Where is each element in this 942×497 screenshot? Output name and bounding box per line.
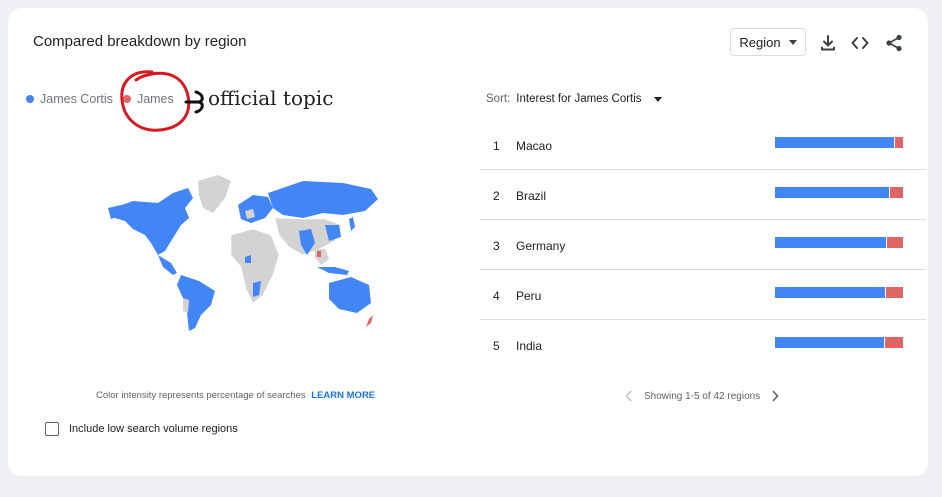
- bar-segment-james: [884, 337, 903, 348]
- row-rank: 4: [493, 289, 500, 303]
- region-select-label: Region: [739, 34, 781, 50]
- table-row[interactable]: 2 Brazil: [480, 170, 926, 220]
- world-map[interactable]: [103, 163, 383, 338]
- card-title: Compared breakdown by region: [33, 33, 247, 50]
- bar-segment-james-cortis: [775, 187, 889, 198]
- chevron-right-icon[interactable]: [766, 389, 784, 403]
- pagination-text: Showing 1-5 of 42 regions: [644, 390, 761, 402]
- bar-segment-james-cortis: [775, 137, 895, 148]
- row-rank: 5: [493, 339, 500, 353]
- download-icon[interactable]: [818, 33, 838, 53]
- comparison-bar: [775, 287, 903, 298]
- learn-more-link[interactable]: LEARN MORE: [311, 390, 375, 401]
- pagination: Showing 1-5 of 42 regions: [620, 389, 784, 403]
- legend-item-james-cortis[interactable]: James Cortis: [26, 92, 113, 106]
- bar-segment-james-cortis: [775, 337, 884, 348]
- table-row[interactable]: 1 Macao: [480, 120, 926, 170]
- row-region-name: Brazil: [516, 189, 547, 203]
- sort-control[interactable]: Sort: Interest for James Cortis: [486, 93, 662, 105]
- bar-segment-james: [887, 237, 903, 248]
- comparison-bar: [775, 237, 903, 248]
- annotation-arrow-icon: [184, 90, 204, 114]
- comparison-bar: [775, 337, 903, 348]
- table-row[interactable]: 5 India: [480, 320, 926, 370]
- map-caption-text: Color intensity represents percentage of…: [96, 390, 306, 401]
- table-row[interactable]: 3 Germany: [480, 220, 926, 270]
- bar-segment-james-cortis: [775, 287, 886, 298]
- legend-dot-blue: [26, 95, 34, 103]
- row-region-name: India: [516, 339, 543, 353]
- bar-segment-james: [886, 287, 903, 298]
- bar-segment-james: [895, 137, 903, 148]
- row-region-name: Germany: [516, 239, 566, 253]
- caret-down-icon: [653, 96, 662, 102]
- map-caption: Color intensity represents percentage of…: [96, 390, 375, 401]
- low-volume-label: Include low search volume regions: [69, 423, 238, 435]
- legend-label: James Cortis: [40, 92, 113, 106]
- sort-label: Sort:: [486, 93, 511, 105]
- table-row[interactable]: 4 Peru: [480, 270, 926, 320]
- region-breakdown-card: Compared breakdown by region Region Jame…: [8, 8, 928, 476]
- region-list: 1 Macao 2 Brazil 3 Germany 4 Peru 5 Indi…: [480, 120, 926, 370]
- low-volume-option[interactable]: Include low search volume regions: [45, 422, 238, 436]
- annotation-text: official topic: [208, 86, 334, 110]
- chevron-left-icon[interactable]: [620, 389, 638, 403]
- caret-down-icon: [788, 39, 797, 45]
- row-rank: 1: [493, 139, 500, 153]
- embed-code-icon[interactable]: [850, 33, 870, 53]
- comparison-bar: [775, 187, 903, 198]
- share-icon[interactable]: [884, 33, 904, 53]
- row-region-name: Macao: [516, 139, 553, 153]
- bar-segment-james-cortis: [775, 237, 887, 248]
- row-rank: 2: [493, 189, 500, 203]
- row-region-name: Peru: [516, 289, 542, 303]
- low-volume-checkbox[interactable]: [45, 422, 59, 436]
- comparison-bar: [775, 137, 903, 148]
- sort-value: Interest for James Cortis: [516, 93, 642, 105]
- bar-segment-james: [889, 187, 903, 198]
- row-rank: 3: [493, 239, 500, 253]
- region-select[interactable]: Region: [730, 28, 806, 56]
